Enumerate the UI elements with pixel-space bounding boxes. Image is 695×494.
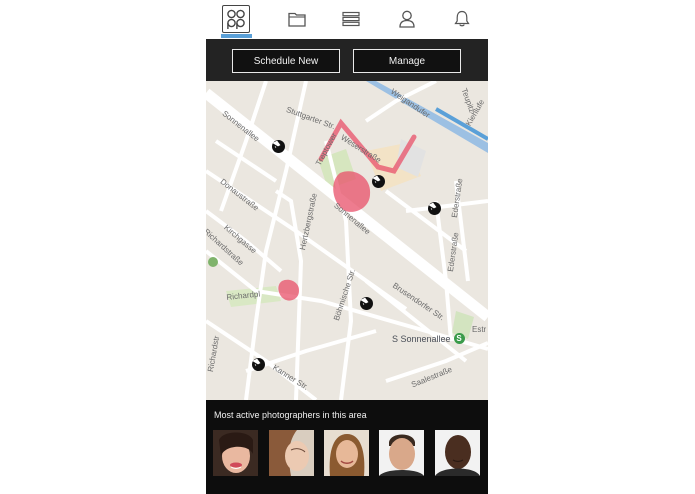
area-map[interactable]: Sonnenallee Stuttgarter Str. Treptower W… (206, 81, 488, 400)
camera-pin-icon[interactable] (252, 358, 265, 371)
top-navigation-bar (206, 0, 488, 39)
manage-button[interactable]: Manage (353, 49, 461, 73)
schedule-new-button[interactable]: Schedule New (232, 49, 340, 73)
photographer-avatar-1[interactable] (213, 430, 258, 476)
camera-pin-icon[interactable] (372, 175, 385, 188)
list-icon[interactable] (338, 6, 364, 32)
station-label: S Sonnenallee S (392, 333, 465, 344)
poi-tree-icon (208, 257, 218, 267)
photographer-avatar-4[interactable] (379, 430, 424, 476)
sbahn-icon: S (453, 333, 465, 344)
photographers-panel: Most active photographers in this area (206, 400, 488, 494)
profile-icon[interactable] (394, 6, 420, 32)
camera-pin-icon[interactable] (428, 202, 441, 215)
folder-icon[interactable] (284, 6, 310, 32)
station-name: S Sonnenallee (392, 333, 451, 344)
panel-title: Most active photographers in this area (214, 410, 367, 420)
photographer-avatar-5[interactable] (435, 430, 480, 476)
street-label: Estr (472, 325, 487, 334)
notifications-bell-icon[interactable] (449, 6, 475, 32)
action-bar: Schedule New Manage (206, 39, 488, 81)
camera-pin-icon[interactable] (360, 297, 373, 310)
camera-pin-icon[interactable] (272, 140, 285, 153)
photographer-avatar-3[interactable] (324, 430, 369, 476)
app-logo-icon[interactable] (222, 5, 250, 33)
photographer-avatar-2[interactable] (269, 430, 314, 476)
active-tab-indicator (221, 34, 252, 38)
